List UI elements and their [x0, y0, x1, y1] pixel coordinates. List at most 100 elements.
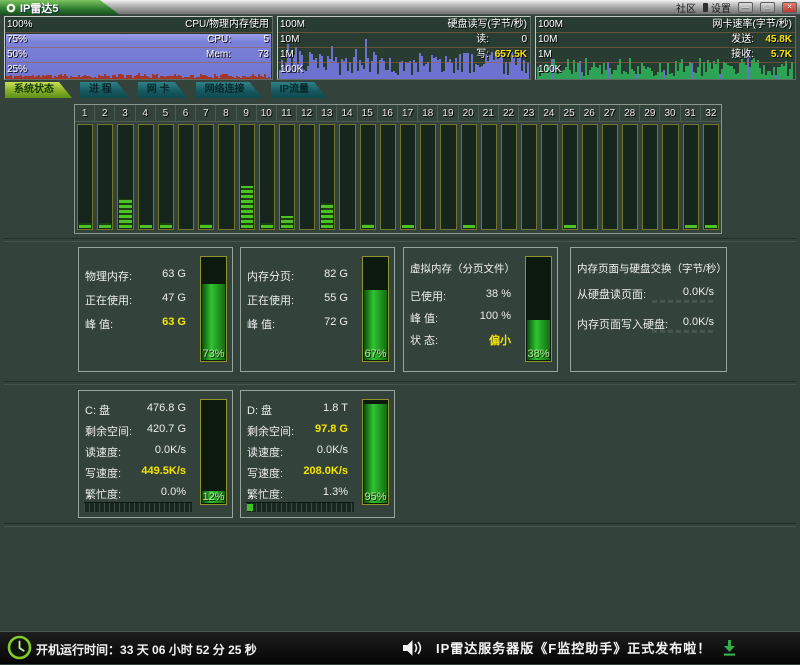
- minimize-button[interactable]: —: [738, 2, 753, 13]
- core-meter-fill: [119, 199, 131, 228]
- stat-row: Mem:73: [185, 47, 269, 62]
- stat-row: CPU:5: [185, 32, 269, 47]
- stat-value: 63 G: [162, 268, 186, 284]
- stat-value: 5.7K: [754, 47, 792, 62]
- community-link[interactable]: 社区: [676, 0, 696, 15]
- graph-info: 硬盘读写(字节/秒)读:0写:657.5K: [448, 17, 527, 62]
- stat-value: 0.0%: [161, 486, 186, 502]
- stat-value: 47 G: [162, 292, 186, 308]
- core-number: 30: [660, 105, 680, 122]
- core-number: 28: [620, 105, 640, 122]
- stat-value: 0: [489, 32, 527, 47]
- stat-value: 476.8 G: [147, 402, 186, 418]
- stat-row: 峰 值:100 %: [410, 310, 511, 326]
- stat-value: 100 %: [480, 310, 511, 326]
- graph-title: 网卡速率(字节/秒): [713, 17, 792, 32]
- speaker-icon[interactable]: [402, 639, 424, 657]
- stat-label: 读:: [476, 34, 489, 45]
- vertical-meter-fill: [364, 404, 387, 503]
- meter-strip: [652, 330, 714, 333]
- core-meter-fill: [705, 225, 717, 228]
- core-number: 26: [580, 105, 600, 122]
- stat-label: 正在使用:: [85, 292, 132, 308]
- core-number: 16: [378, 105, 398, 122]
- core-number: 29: [640, 105, 660, 122]
- stat-row: 读速度: 0.0K/s: [85, 444, 186, 460]
- close-button[interactable]: ✕: [782, 2, 797, 13]
- stat-label: 剩余空间:: [247, 423, 294, 439]
- download-icon[interactable]: [723, 640, 736, 656]
- scale-label: 100K: [538, 62, 561, 77]
- core-meter-fill: [79, 223, 91, 228]
- stat-value: 45.8K: [754, 32, 792, 47]
- scale-label: 1M: [280, 47, 294, 62]
- tab-2[interactable]: 网 卡: [138, 82, 188, 98]
- core-number: 22: [499, 105, 519, 122]
- stat-row: 读速度:0.0K/s: [247, 444, 348, 460]
- core-column: 15: [358, 105, 378, 233]
- core-number: 23: [519, 105, 539, 122]
- stat-value: 0.0K/s: [317, 444, 348, 460]
- stat-label: 写速度:: [247, 465, 283, 481]
- core-column: 24: [539, 105, 559, 233]
- stat-label: 物理内存:: [85, 268, 132, 284]
- stat-value: 0.0K/s: [155, 444, 186, 460]
- settings-link[interactable]: 设置: [711, 0, 731, 15]
- core-meter: [339, 124, 355, 230]
- announcement-text[interactable]: IP雷达服务器版《F监控助手》正式发布啦！: [436, 638, 711, 657]
- core-number: 8: [216, 105, 236, 122]
- tab-3[interactable]: 网络连接: [196, 82, 263, 98]
- disk-c-panel: C: 盘476.8 G剩余空间:420.7 G读速度:0.0K/s写速度:449…: [78, 390, 233, 518]
- stat-label: 发送:: [731, 34, 754, 45]
- core-column: 8: [216, 105, 236, 233]
- core-number: 31: [681, 105, 701, 122]
- meter-percent-label: 67%: [363, 348, 388, 360]
- core-meter-fill: [99, 223, 111, 228]
- maximize-button[interactable]: □: [760, 2, 775, 13]
- core-meter: [97, 124, 113, 230]
- core-meter: [239, 124, 255, 230]
- stat-row: 读:0: [448, 32, 527, 47]
- core-number: 15: [358, 105, 378, 122]
- core-meter: [521, 124, 537, 230]
- core-meter: [299, 124, 315, 230]
- grid-line: [5, 62, 272, 63]
- core-number: 25: [560, 105, 580, 122]
- core-number: 20: [459, 105, 479, 122]
- core-meter: [420, 124, 436, 230]
- core-column: 7: [196, 105, 216, 233]
- core-number: 19: [438, 105, 458, 122]
- tab-1[interactable]: 进 程: [80, 82, 130, 98]
- stat-label: CPU:: [207, 34, 231, 45]
- stat-label: 接收:: [731, 49, 754, 60]
- core-number: 27: [600, 105, 620, 122]
- stat-label: 写速度:: [85, 465, 121, 481]
- core-meter: [582, 124, 598, 230]
- core-meter: [279, 124, 295, 230]
- app-banner: IP雷达5: [0, 0, 120, 15]
- core-column: 18: [418, 105, 438, 233]
- tab-4[interactable]: IP流量: [271, 82, 327, 98]
- stat-value: 420.7 G: [147, 423, 186, 439]
- memory-paging-panel: 内存分页:82 G正在使用:55 G峰 值:72 G67%: [240, 247, 395, 372]
- core-meter: [400, 124, 416, 230]
- core-column: 20: [459, 105, 479, 233]
- meter-percent-label: 73%: [201, 348, 226, 360]
- scale-label: 75%: [7, 32, 27, 47]
- core-meter: [481, 124, 497, 230]
- meter-strip: [652, 300, 714, 303]
- core-meter: [683, 124, 699, 230]
- stat-value: 82 G: [324, 268, 348, 284]
- stat-row: 正在使用: 47 G: [85, 292, 186, 308]
- tab-system-status[interactable]: 系统状态: [5, 82, 72, 98]
- stat-value: 1.3%: [323, 486, 348, 502]
- core-meter-fill: [463, 225, 475, 228]
- gear-icon: [703, 3, 708, 12]
- core-column: 13: [317, 105, 337, 233]
- stat-label: 读速度:: [85, 444, 121, 460]
- core-meter-fill: [140, 225, 152, 228]
- core-meter: [77, 124, 93, 230]
- scale-label: 1M: [538, 47, 552, 62]
- core-column: 25: [560, 105, 580, 233]
- stat-label: D: 盘: [247, 402, 272, 418]
